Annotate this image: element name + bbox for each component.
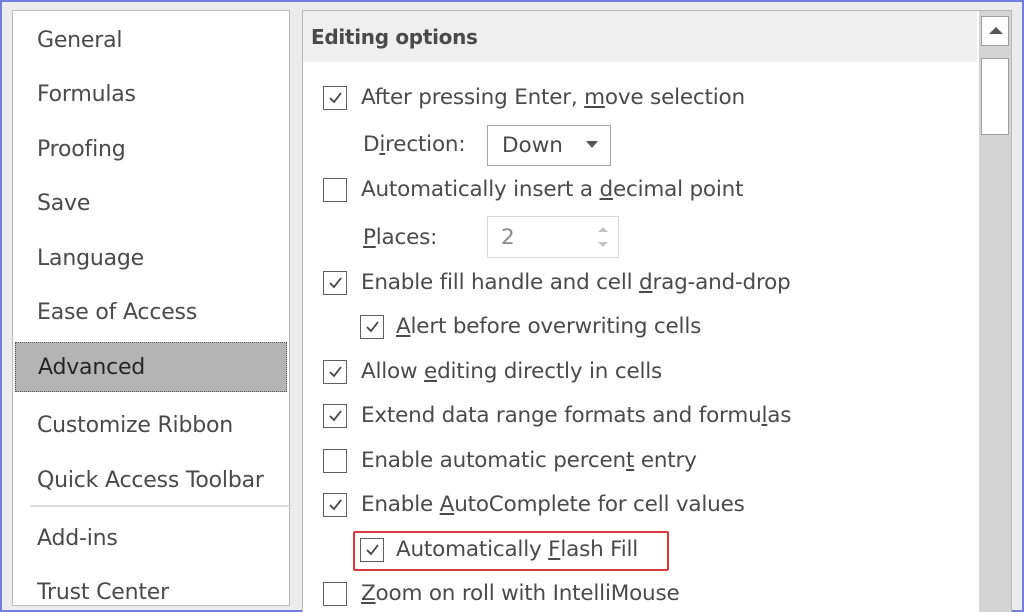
option-extend-data-range[interactable]: Extend data range formats and formulas xyxy=(323,403,791,428)
checkbox-unchecked[interactable] xyxy=(323,177,347,202)
options-dialog: General Formulas Proofing Save Language … xyxy=(0,0,1024,612)
checkbox-checked[interactable] xyxy=(360,537,384,562)
option-label: After pressing Enter, move selection xyxy=(361,85,745,110)
checkbox-checked[interactable] xyxy=(323,359,347,384)
option-automatic-percent-entry[interactable]: Enable automatic percent entry xyxy=(323,448,697,473)
scrollbar-thumb[interactable] xyxy=(981,58,1009,135)
sidebar-item-advanced[interactable]: Advanced xyxy=(15,342,287,392)
sidebar-item-label: Trust Center xyxy=(37,579,169,605)
checkbox-checked[interactable] xyxy=(360,314,384,339)
sidebar-item-label: Add-ins xyxy=(37,525,118,551)
option-fill-handle-drag-drop[interactable]: Enable fill handle and cell drag-and-dro… xyxy=(323,270,791,295)
direction-dropdown[interactable]: Down xyxy=(487,125,611,166)
chevron-down-icon xyxy=(586,141,598,148)
vertical-scrollbar[interactable] xyxy=(979,11,1011,612)
option-label: Automatically Flash Fill xyxy=(396,537,639,562)
places-label: Places: xyxy=(363,225,438,250)
checkmark-icon xyxy=(328,92,342,104)
checkmark-icon xyxy=(328,366,342,378)
option-zoom-on-roll[interactable]: Zoom on roll with IntelliMouse xyxy=(323,581,680,606)
direction-label: Direction: xyxy=(363,132,466,157)
checkbox-unchecked[interactable] xyxy=(323,581,347,606)
checkmark-icon xyxy=(365,544,379,556)
sidebar-item-proofing[interactable]: Proofing xyxy=(15,124,287,174)
spin-down-icon[interactable] xyxy=(598,242,608,247)
option-edit-directly-in-cells[interactable]: Allow editing directly in cells xyxy=(323,359,662,384)
sidebar-item-label: Proofing xyxy=(37,136,126,162)
options-content-panel: Editing options After pressing Enter, mo… xyxy=(302,10,1012,612)
option-automatically-flash-fill[interactable]: Automatically Flash Fill xyxy=(360,537,638,562)
sidebar-item-trust-center[interactable]: Trust Center xyxy=(15,567,287,612)
sidebar-item-label: Language xyxy=(37,245,144,271)
checkmark-icon xyxy=(328,499,342,511)
checkbox-checked[interactable] xyxy=(323,492,347,517)
arrow-up-icon xyxy=(989,27,1003,34)
sidebar-item-label: Quick Access Toolbar xyxy=(37,467,264,493)
sidebar-item-language[interactable]: Language xyxy=(15,233,287,283)
sidebar-item-add-ins[interactable]: Add-ins xyxy=(15,513,287,563)
checkmark-icon xyxy=(328,410,342,422)
sidebar-item-label: Customize Ribbon xyxy=(37,412,234,438)
checkbox-checked[interactable] xyxy=(323,85,347,110)
sidebar-item-quick-access-toolbar[interactable]: Quick Access Toolbar xyxy=(15,455,287,505)
option-label: Enable automatic percent entry xyxy=(361,448,697,473)
sidebar-item-label: Ease of Access xyxy=(37,299,198,325)
sidebar-item-save[interactable]: Save xyxy=(15,178,287,228)
sidebar-item-customize-ribbon[interactable]: Customize Ribbon xyxy=(15,400,287,450)
option-after-enter-move-selection[interactable]: After pressing Enter, move selection xyxy=(323,85,745,110)
option-autocomplete[interactable]: Enable AutoComplete for cell values xyxy=(323,492,745,517)
direction-value: Down xyxy=(502,133,563,158)
sidebar-divider xyxy=(30,505,292,507)
option-label: Zoom on roll with IntelliMouse xyxy=(361,581,680,606)
checkbox-unchecked[interactable] xyxy=(323,448,347,473)
checkbox-checked[interactable] xyxy=(323,270,347,295)
checkmark-icon xyxy=(365,321,379,333)
section-header-editing-options: Editing options xyxy=(303,11,977,62)
scroll-up-button[interactable] xyxy=(981,16,1009,46)
option-label: Allow editing directly in cells xyxy=(361,359,663,384)
sidebar-item-ease-of-access[interactable]: Ease of Access xyxy=(15,287,287,337)
sidebar-item-label: General xyxy=(37,27,123,53)
places-value: 2 xyxy=(501,224,515,250)
options-sidebar: General Formulas Proofing Save Language … xyxy=(12,10,292,606)
checkmark-icon xyxy=(328,277,342,289)
sidebar-item-label: Advanced xyxy=(38,354,146,380)
sidebar-item-general[interactable]: General xyxy=(15,15,287,65)
sidebar-item-label: Formulas xyxy=(37,81,136,107)
option-alert-before-overwriting[interactable]: Alert before overwriting cells xyxy=(360,314,701,339)
section-title: Editing options xyxy=(311,24,478,49)
option-label: Extend data range formats and formulas xyxy=(361,403,792,428)
option-insert-decimal-point[interactable]: Automatically insert a decimal point xyxy=(323,177,744,202)
option-label: Alert before overwriting cells xyxy=(396,314,702,339)
spin-up-icon[interactable] xyxy=(598,227,608,232)
sidebar-item-label: Save xyxy=(37,190,91,216)
option-label: Enable fill handle and cell drag-and-dro… xyxy=(361,270,791,295)
checkbox-checked[interactable] xyxy=(323,403,347,428)
places-spinner[interactable]: 2 xyxy=(487,216,619,258)
option-label: Automatically insert a decimal point xyxy=(361,177,744,202)
sidebar-item-formulas[interactable]: Formulas xyxy=(15,69,287,119)
option-label: Enable AutoComplete for cell values xyxy=(361,492,745,517)
